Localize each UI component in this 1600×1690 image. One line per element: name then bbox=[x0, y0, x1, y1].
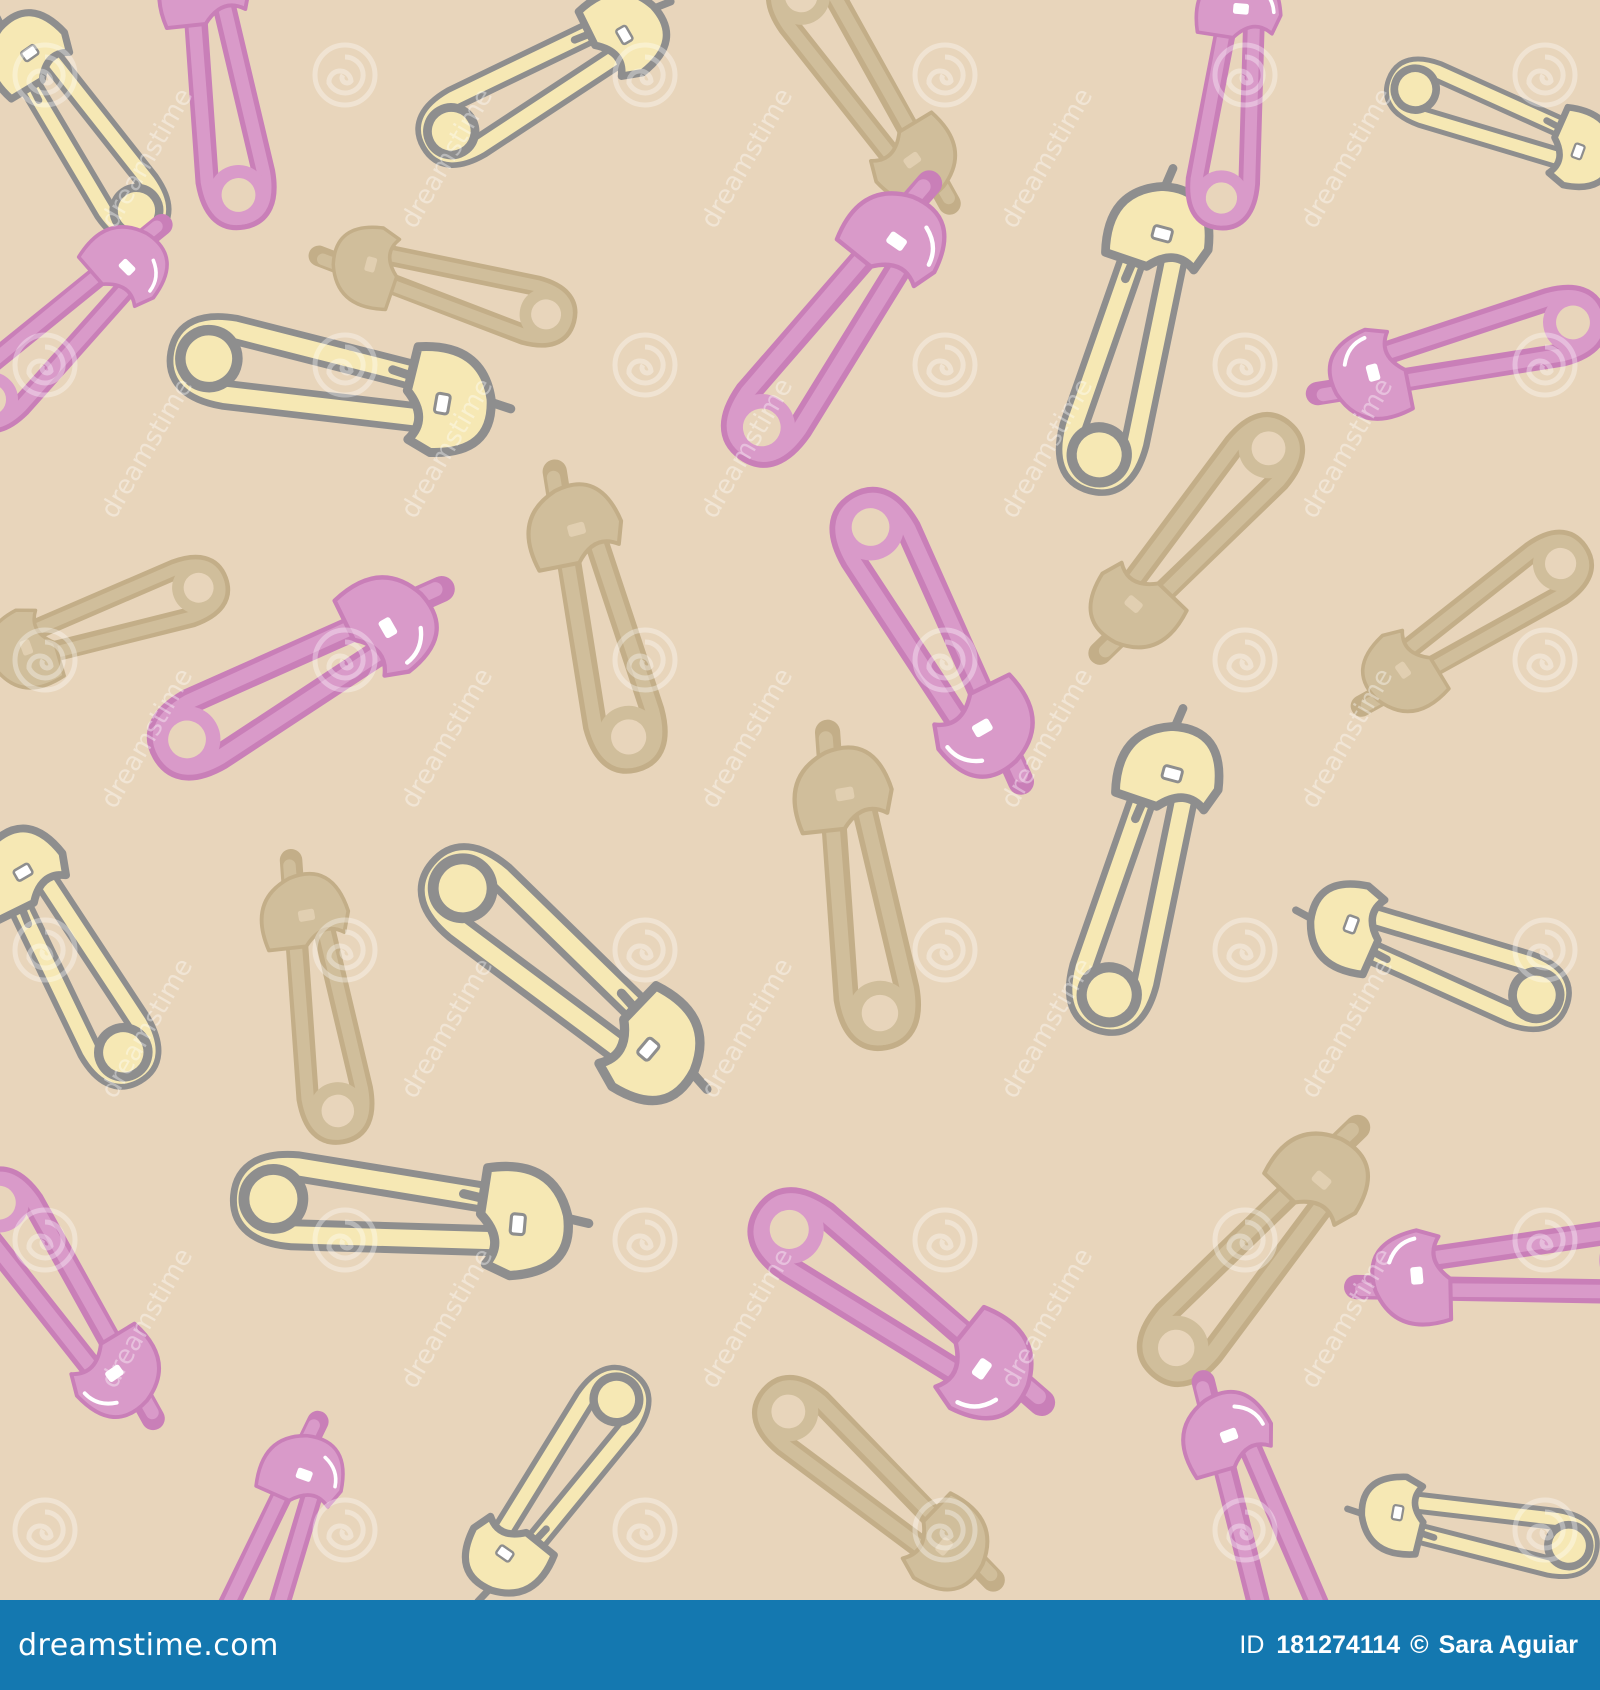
attribution-bar: dreamstime.com ID 181274114 © Sara Aguia… bbox=[0, 1600, 1600, 1690]
id-label: ID bbox=[1239, 1630, 1265, 1659]
safety-pin-pattern: dreamstime dreamstime dreamstime dreamst… bbox=[0, 0, 1600, 1600]
image-credit: ID 181274114 © Sara Aguiar bbox=[1239, 1631, 1578, 1660]
watermark-text: dreamstime bbox=[1295, 663, 1399, 813]
watermark-text: dreamstime bbox=[395, 663, 499, 813]
watermark-text: dreamstime bbox=[995, 1243, 1099, 1393]
site-name[interactable]: dreamstime.com bbox=[18, 1628, 279, 1663]
watermark-text: dreamstime bbox=[95, 373, 199, 523]
stock-image-frame: dreamstime dreamstime dreamstime dreamst… bbox=[0, 0, 1600, 1690]
watermark-text: dreamstime bbox=[395, 1243, 499, 1393]
watermark-text: dreamstime bbox=[395, 953, 499, 1103]
watermark-text: dreamstime bbox=[1295, 83, 1399, 233]
watermark-text: dreamstime bbox=[695, 1243, 799, 1393]
pattern-canvas: dreamstime dreamstime dreamstime dreamst… bbox=[0, 0, 1600, 1600]
watermark-text: dreamstime bbox=[695, 953, 799, 1103]
watermark-text: dreamstime bbox=[695, 663, 799, 813]
watermark-text: dreamstime bbox=[695, 83, 799, 233]
image-id: 181274114 bbox=[1276, 1630, 1401, 1659]
watermark-text: dreamstime bbox=[1295, 1243, 1399, 1393]
copyright-icon: © bbox=[1410, 1630, 1429, 1659]
watermark-text: dreamstime bbox=[995, 83, 1099, 233]
watermark-text: dreamstime bbox=[995, 953, 1099, 1103]
tan-safety-pins bbox=[0, 0, 1600, 1600]
author-name: Sara Aguiar bbox=[1438, 1630, 1578, 1659]
watermark-text: dreamstime bbox=[1295, 953, 1399, 1103]
